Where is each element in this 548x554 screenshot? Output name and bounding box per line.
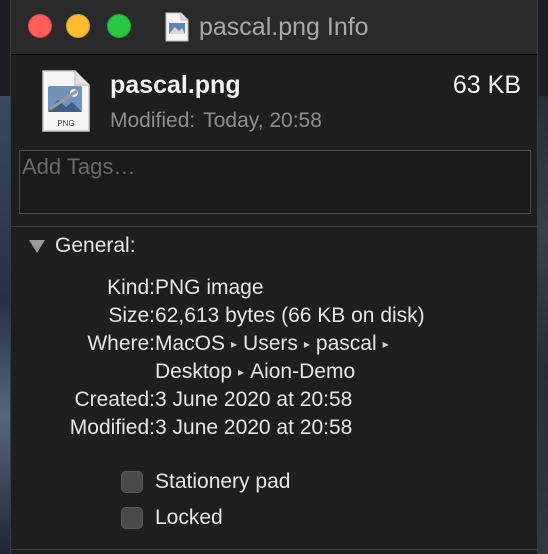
kind-row: Kind: PNG image — [11, 276, 539, 304]
file-size: 63 KB — [452, 71, 521, 99]
path-separator-icon: ▸ — [238, 365, 245, 379]
created-row: Created: 3 June 2020 at 20:58 — [11, 388, 539, 416]
path-separator-icon: ▸ — [382, 337, 389, 351]
modified-summary-value: Today, 20:58 — [203, 109, 322, 132]
general-section-title: General: — [55, 234, 136, 257]
path-separator-icon: ▸ — [303, 337, 310, 351]
background-window-edge — [538, 96, 548, 554]
path-separator-icon: ▸ — [231, 337, 238, 351]
where-row-continued: Desktop ▸ Aion-Demo — [11, 360, 539, 388]
tags-input[interactable] — [20, 151, 530, 183]
where-path-line-1: MacOS ▸ Users ▸ pascal ▸ — [155, 332, 389, 356]
icon-caption: PNG — [57, 119, 74, 128]
window-title-group: pascal.png Info — [165, 10, 369, 44]
stationery-pad-option[interactable]: Stationery pad — [121, 470, 290, 494]
where-label: Where: — [87, 332, 155, 355]
disclosure-triangle-icon[interactable] — [29, 239, 45, 253]
zoom-button[interactable] — [107, 14, 131, 38]
created-value: 3 June 2020 at 20:58 — [155, 388, 353, 411]
size-label: Size: — [108, 304, 155, 327]
kind-value: PNG image — [155, 276, 264, 299]
path-segment: pascal — [315, 332, 377, 355]
locked-checkbox[interactable] — [121, 507, 143, 529]
kind-label: Kind: — [107, 276, 155, 299]
where-row: Where: MacOS ▸ Users ▸ pascal ▸ — [11, 332, 539, 360]
size-row: Size: 62,613 bytes (66 KB on disk) — [11, 304, 539, 332]
file-header: PNG pascal.png 63 KB Modified: Today, 20… — [11, 55, 537, 151]
file-name: pascal.png — [110, 71, 241, 99]
where-path-line-2: Desktop ▸ Aion-Demo — [155, 360, 355, 384]
created-label: Created: — [74, 388, 155, 411]
path-segment: Desktop — [155, 360, 233, 383]
locked-label[interactable]: Locked — [155, 506, 223, 530]
png-document-icon: PNG — [42, 70, 90, 132]
path-segment: Aion-Demo — [250, 360, 356, 383]
bottom-divider — [11, 549, 537, 550]
desktop-background — [0, 96, 10, 554]
section-divider — [11, 226, 537, 227]
path-segment: MacOS — [155, 332, 226, 355]
locked-option[interactable]: Locked — [121, 506, 223, 530]
modified-summary: Modified: Today, 20:58 — [110, 109, 322, 133]
info-window: pascal.png Info PNG pascal.png 63 KB Mod… — [10, 0, 538, 554]
size-value: 62,613 bytes (66 KB on disk) — [155, 304, 425, 327]
close-button[interactable] — [28, 14, 52, 38]
title-bar[interactable]: pascal.png Info — [11, 0, 537, 55]
modified-row: Modified: 3 June 2020 at 20:58 — [11, 416, 539, 444]
stationery-pad-checkbox[interactable] — [121, 471, 143, 493]
path-segment: Users — [243, 332, 298, 355]
general-section-toggle[interactable]: General: — [29, 234, 136, 258]
modified-value: 3 June 2020 at 20:58 — [155, 416, 353, 439]
window-title: pascal.png Info — [199, 12, 369, 41]
tags-field[interactable] — [19, 150, 531, 214]
minimize-button[interactable] — [66, 14, 90, 38]
png-file-icon — [165, 12, 189, 42]
modified-label: Modified: — [69, 416, 155, 439]
modified-summary-label: Modified: — [110, 109, 196, 132]
stationery-pad-label[interactable]: Stationery pad — [155, 470, 290, 494]
